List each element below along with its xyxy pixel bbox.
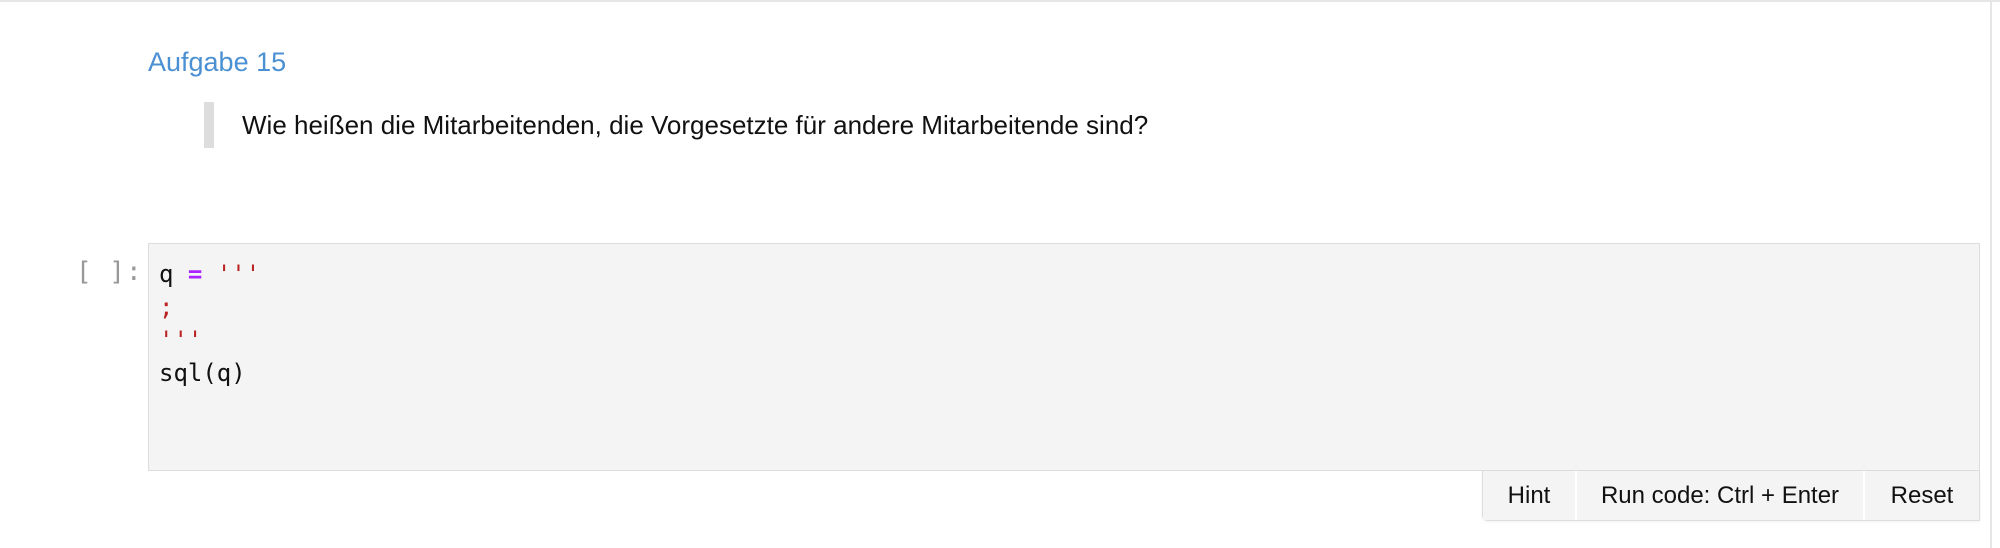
markdown-cell[interactable]: Aufgabe 15 Wie heißen die Mitarbeitenden… — [148, 42, 1978, 148]
cell-toolbar: Hint Run code: Ctrl + Enter Reset — [1482, 471, 1980, 521]
hint-button[interactable]: Hint — [1483, 471, 1577, 520]
exercise-heading: Aufgabe 15 — [148, 47, 287, 77]
code-editor[interactable]: q = ''' ; ''' sql(q) — [148, 243, 1980, 471]
code-content[interactable]: q = ''' ; ''' sql(q) — [159, 258, 260, 390]
page-edge-divider — [1990, 2, 1992, 548]
code-string-body: ; — [159, 293, 174, 321]
code-string-open: ''' — [216, 260, 261, 288]
code-operator: = — [187, 260, 203, 288]
code-function-call: sql(q) — [159, 359, 246, 387]
code-variable: q — [159, 260, 174, 288]
run-code-button[interactable]: Run code: Ctrl + Enter — [1577, 471, 1865, 520]
notebook-page: Aufgabe 15 Wie heißen die Mitarbeitenden… — [0, 0, 2000, 548]
reset-button[interactable]: Reset — [1865, 471, 1979, 520]
question-blockquote: Wie heißen die Mitarbeitenden, die Vorge… — [204, 102, 1148, 148]
code-string-close: ''' — [159, 326, 203, 354]
cell-prompt: [ ]: — [76, 257, 143, 287]
